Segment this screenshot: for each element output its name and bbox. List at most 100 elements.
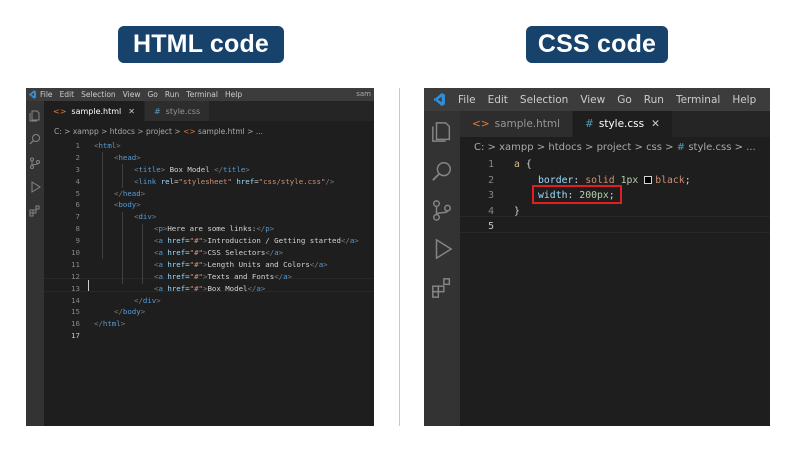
explorer-icon[interactable] <box>431 121 453 143</box>
css-code-title: CSS code <box>526 26 668 63</box>
crumb-project[interactable]: project <box>146 127 172 136</box>
crumb-xampp[interactable]: xampp <box>499 142 533 153</box>
code-text: Introduction / Getting started <box>207 236 341 246</box>
source-control-icon[interactable] <box>29 157 41 169</box>
menu-terminal[interactable]: Terminal <box>676 94 720 106</box>
menu-view[interactable]: View <box>123 90 141 99</box>
color-swatch-icon[interactable] <box>644 175 653 184</box>
code-line: 9 <a href="#">Introduction / Getting star… <box>44 235 374 247</box>
tab-style-css[interactable]: # style.css <box>144 101 211 121</box>
code-editor[interactable]: 1 <html> 2 <head> 3 <title> Box Model </tit… <box>44 140 374 342</box>
tab-label: style.css <box>165 106 201 116</box>
code-line: 4} <box>460 204 770 220</box>
search-icon[interactable] <box>431 160 453 182</box>
tag-name: head <box>122 188 141 198</box>
code-line: 6 <body> <box>44 199 374 211</box>
tab-sample-html[interactable]: <> sample.html <box>460 111 574 137</box>
tab-style-css[interactable]: # style.css ✕ <box>573 111 673 137</box>
attr-name: href <box>167 236 186 246</box>
html-file-icon: <> <box>472 118 490 130</box>
menu-terminal[interactable]: Terminal <box>186 90 218 99</box>
breadcrumb: C: > xampp > htdocs > project > <> sampl… <box>54 127 263 136</box>
css-value: black <box>655 174 685 186</box>
highlight-box <box>532 185 622 204</box>
menu-run[interactable]: Run <box>644 94 664 106</box>
line-number: 2 <box>488 174 494 186</box>
crumb-drive[interactable]: C: <box>474 142 484 153</box>
menu-selection[interactable]: Selection <box>520 94 568 106</box>
menu-go[interactable]: Go <box>147 90 157 99</box>
code-line: 7 <div> <box>44 211 374 223</box>
line-number: 13 <box>71 283 80 293</box>
extensions-icon[interactable] <box>431 277 453 299</box>
menu-help[interactable]: Help <box>225 90 242 99</box>
attr-value: "#" <box>189 259 203 269</box>
chevron-right-icon: > <box>137 127 144 136</box>
code-line: 15 </body> <box>44 306 374 318</box>
tab-sample-html[interactable]: <> sample.html ✕ <box>44 101 145 121</box>
menu-file[interactable]: File <box>40 90 53 99</box>
crumb-file[interactable]: sample.html <box>198 127 245 136</box>
tag-name: title <box>138 164 161 174</box>
line-number: 3 <box>75 164 80 174</box>
css-file-icon: # <box>585 118 594 130</box>
menu-edit[interactable]: Edit <box>488 94 508 106</box>
crumb-file[interactable]: style.css <box>688 142 731 153</box>
line-number: 7 <box>75 212 80 222</box>
menu-help[interactable]: Help <box>732 94 756 106</box>
chevron-right-icon: > <box>634 142 643 153</box>
line-number: 4 <box>75 176 80 186</box>
css-editor-window: File Edit Selection View Go Run Terminal… <box>424 88 770 426</box>
code-text: Here are some links: <box>167 224 257 234</box>
tag-name: div <box>138 212 152 222</box>
run-debug-icon[interactable] <box>29 181 41 193</box>
activity-bar <box>424 111 460 426</box>
close-icon[interactable]: ✕ <box>128 107 135 116</box>
chevron-right-icon: > <box>536 142 546 153</box>
code-line: 14 </div> <box>44 295 374 307</box>
css-file-icon: # <box>676 142 686 153</box>
crumb-drive[interactable]: C: <box>54 127 62 136</box>
menu-run[interactable]: Run <box>165 90 179 99</box>
crumb-htdocs[interactable]: htdocs <box>110 127 135 136</box>
line-number: 3 <box>488 190 494 201</box>
crumb-more[interactable]: ... <box>256 127 263 136</box>
html-code-title: HTML code <box>118 26 284 63</box>
source-control-icon[interactable] <box>431 199 453 221</box>
crumb-css[interactable]: css <box>646 142 662 153</box>
line-number: 2 <box>75 152 80 162</box>
attr-name: href <box>167 248 186 258</box>
brace: } <box>514 205 520 217</box>
extensions-icon[interactable] <box>29 205 41 217</box>
brace: { <box>525 159 532 170</box>
menu-edit[interactable]: Edit <box>60 90 75 99</box>
explorer-icon[interactable] <box>29 110 41 122</box>
line-number: 4 <box>488 205 494 217</box>
run-debug-icon[interactable] <box>431 238 453 260</box>
chevron-right-icon: > <box>734 142 743 153</box>
code-line: 5 </head> <box>44 188 374 200</box>
code-line: 1 <html> <box>44 140 374 152</box>
tag-name: link <box>138 176 157 186</box>
crumb-xampp[interactable]: xampp <box>73 127 99 136</box>
crumb-more[interactable]: ... <box>746 142 756 153</box>
text-cursor <box>88 280 89 291</box>
search-icon[interactable] <box>29 133 41 145</box>
chevron-right-icon: > <box>64 127 71 136</box>
menu-selection[interactable]: Selection <box>81 90 116 99</box>
attr-name: href <box>167 271 186 281</box>
menu-file[interactable]: File <box>458 94 476 106</box>
breadcrumb: C: > xampp > htdocs > project > css > # … <box>474 142 756 153</box>
line-number: 1 <box>488 159 494 170</box>
close-icon[interactable]: ✕ <box>651 118 660 130</box>
tag-name: html <box>102 319 121 329</box>
menu-go[interactable]: Go <box>617 94 632 106</box>
tab-bar: <> sample.html ✕ # style.css <box>44 101 374 121</box>
css-selector: a <box>514 159 520 170</box>
attr-name: href <box>167 259 186 269</box>
menu-view[interactable]: View <box>580 94 605 106</box>
crumb-project[interactable]: project <box>597 142 632 153</box>
crumb-htdocs[interactable]: htdocs <box>548 142 581 153</box>
tab-bar: <> sample.html # style.css ✕ <box>460 111 770 137</box>
line-number: 5 <box>488 221 494 232</box>
